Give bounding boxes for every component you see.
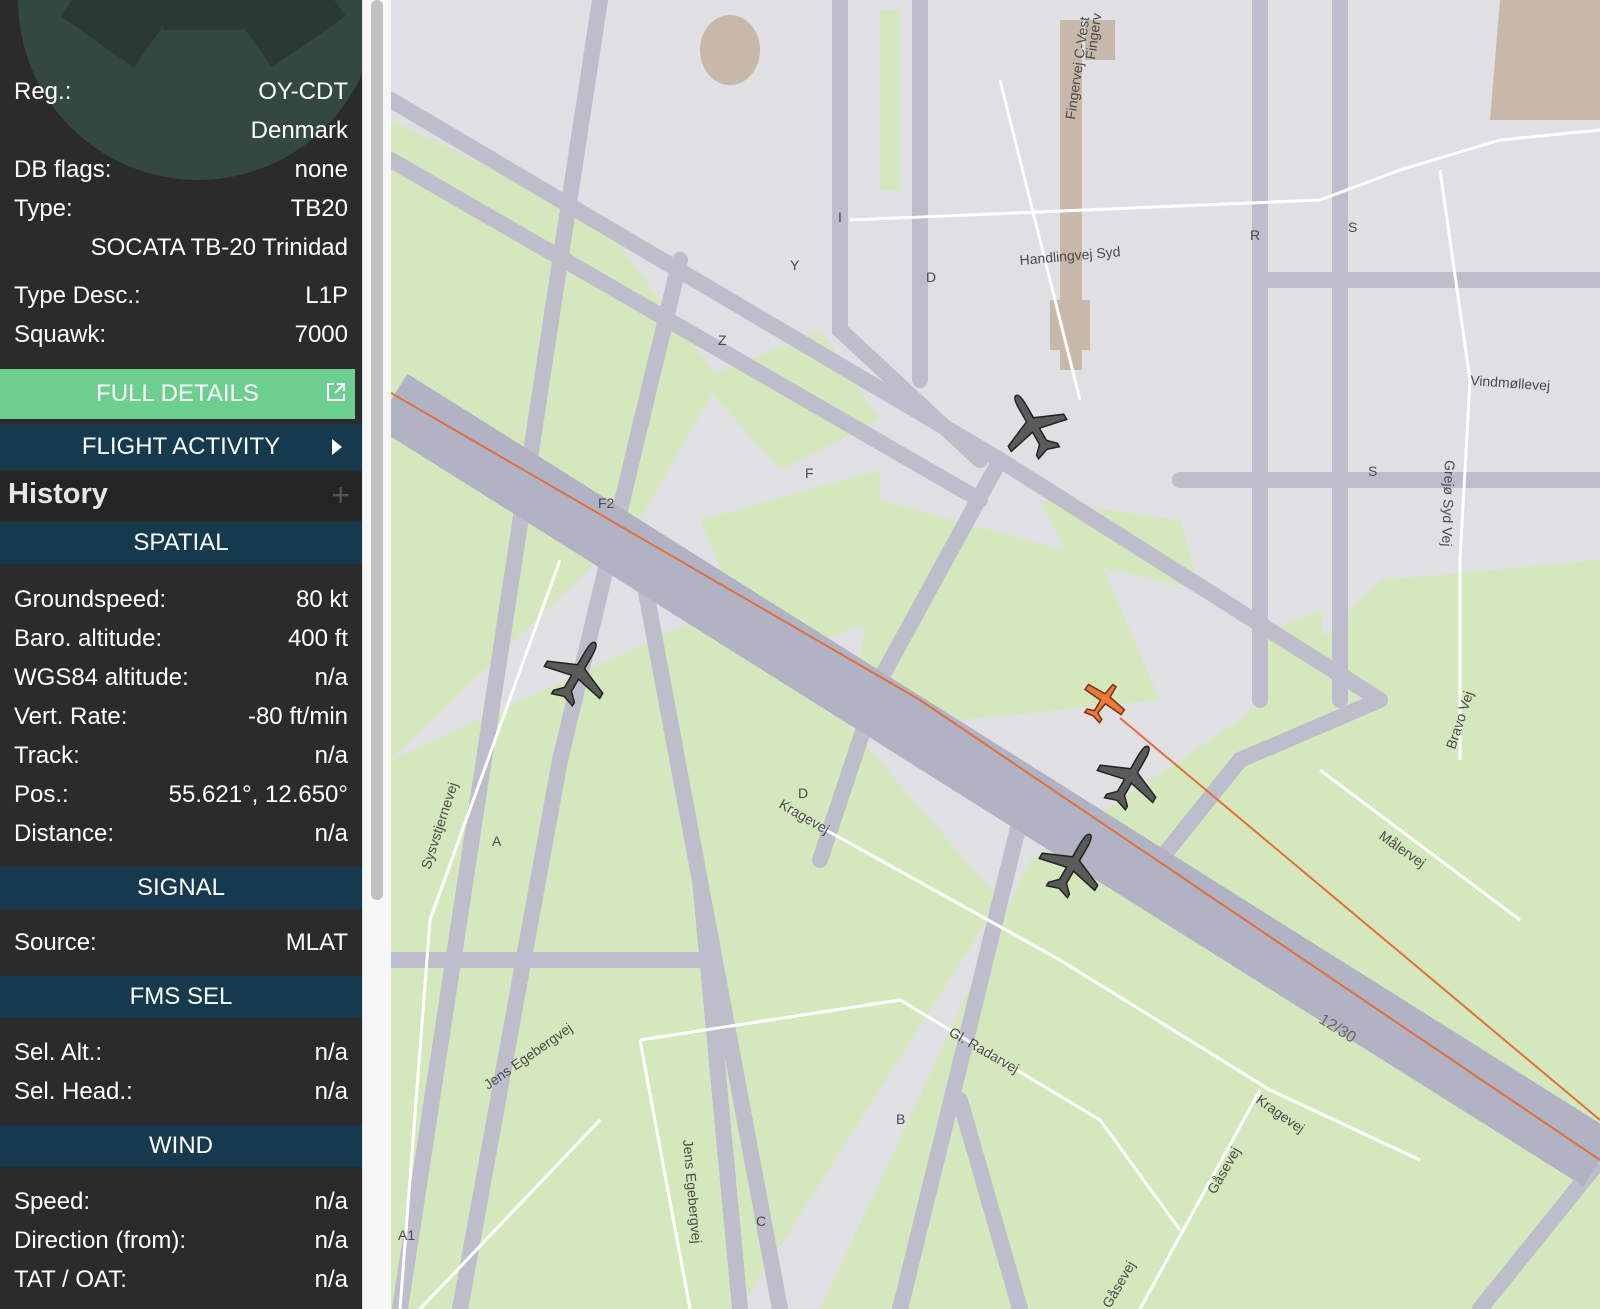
wind-direction-value: n/a bbox=[314, 1227, 348, 1254]
taxiway-label: D bbox=[798, 785, 808, 801]
street-label: Vindmøllevej bbox=[1470, 372, 1551, 394]
type-desc-label: Type Desc.: bbox=[14, 282, 141, 309]
wgs84-altitude-value: n/a bbox=[314, 664, 348, 691]
taxiway-label: I bbox=[838, 209, 842, 225]
wind-speed-value: n/a bbox=[314, 1188, 348, 1215]
taxiway-label: F2 bbox=[598, 495, 615, 511]
baro-altitude-value: 400 ft bbox=[287, 625, 348, 652]
fms-row: Sel. Alt.: n/a bbox=[14, 1035, 348, 1071]
spatial-row: Vert. Rate: -80 ft/min bbox=[14, 699, 348, 735]
squawk-row: Squawk: 7000 bbox=[14, 317, 348, 353]
reg-value[interactable]: OY-CDT bbox=[258, 78, 348, 106]
external-link-icon bbox=[327, 383, 345, 401]
photo-shape-right bbox=[220, 0, 346, 68]
vert-rate-label: Vert. Rate: bbox=[14, 703, 128, 730]
wind-direction-label: Direction (from): bbox=[14, 1227, 187, 1254]
distance-value: n/a bbox=[314, 820, 348, 847]
expand-arrow-icon bbox=[332, 439, 342, 455]
airport-map[interactable]: Handlingvej Syd Fingervej C-Vest Fingerv… bbox=[391, 0, 1600, 1309]
vert-rate-value: -80 ft/min bbox=[247, 703, 348, 730]
taxiway bbox=[832, 0, 988, 468]
aircraft-info-sidebar: Reg.: OY-CDT Denmark DB flags: none Type… bbox=[0, 0, 362, 1309]
db-flags-value: none bbox=[294, 156, 348, 183]
squawk-value: 7000 bbox=[294, 321, 348, 348]
tat-oat-label: TAT / OAT: bbox=[14, 1266, 127, 1293]
position-value: 55.621°, 12.650° bbox=[168, 781, 348, 808]
sel-alt-label: Sel. Alt.: bbox=[14, 1039, 103, 1066]
fms-sel-header: FMS SEL bbox=[0, 976, 362, 1018]
type-value: TB20 bbox=[290, 195, 348, 222]
taxiway-label: A1 bbox=[398, 1227, 415, 1243]
sel-head-label: Sel. Head.: bbox=[14, 1078, 133, 1105]
taxiway-label: R bbox=[1250, 227, 1260, 243]
type-label: Type: bbox=[14, 195, 73, 222]
position-label: Pos.: bbox=[14, 781, 69, 808]
grass-area bbox=[880, 10, 900, 190]
tat-oat-value: n/a bbox=[314, 1266, 348, 1293]
scrollbar-thumb[interactable] bbox=[371, 0, 383, 900]
spatial-row: Track: n/a bbox=[14, 738, 348, 774]
sidebar-scrollbar[interactable] bbox=[362, 0, 391, 1309]
wind-row: TAT / OAT: n/a bbox=[14, 1262, 348, 1298]
country-value: Denmark bbox=[250, 117, 348, 144]
groundspeed-value: 80 kt bbox=[295, 586, 348, 613]
terminal-building bbox=[1490, 0, 1600, 120]
full-details-label: FULL DETAILS bbox=[96, 380, 259, 407]
taxiway-label: D bbox=[926, 269, 936, 285]
flight-activity-button[interactable]: FLIGHT ACTIVITY bbox=[0, 424, 362, 470]
spatial-row: WGS84 altitude: n/a bbox=[14, 660, 348, 696]
type-desc-row: Type Desc.: L1P bbox=[14, 278, 348, 314]
history-title: History bbox=[8, 478, 108, 510]
baro-altitude-label: Baro. altitude: bbox=[14, 625, 163, 652]
plus-icon[interactable]: + bbox=[331, 479, 350, 511]
source-label: Source: bbox=[14, 929, 97, 956]
track-label: Track: bbox=[14, 742, 80, 769]
map-view[interactable]: Handlingvej Syd Fingervej C-Vest Fingerv… bbox=[391, 0, 1600, 1309]
type-full-name: SOCATA TB-20 Trinidad bbox=[90, 234, 348, 261]
reg-label: Reg.: bbox=[14, 78, 72, 105]
spatial-row: Pos.: 55.621°, 12.650° bbox=[14, 777, 348, 813]
taxiway-label: S bbox=[1348, 219, 1357, 235]
fms-row: Sel. Head.: n/a bbox=[14, 1074, 348, 1110]
wind-speed-label: Speed: bbox=[14, 1188, 91, 1215]
source-value: MLAT bbox=[285, 929, 348, 956]
wgs84-altitude-label: WGS84 altitude: bbox=[14, 664, 189, 691]
history-section[interactable]: History + bbox=[0, 472, 362, 520]
spatial-row: Distance: n/a bbox=[14, 816, 348, 852]
full-details-button[interactable]: FULL DETAILS bbox=[0, 369, 355, 419]
taxiway-label: B bbox=[896, 1111, 905, 1127]
db-flags-label: DB flags: bbox=[14, 156, 112, 183]
groundspeed-label: Groundspeed: bbox=[14, 586, 167, 613]
wind-row: Direction (from): n/a bbox=[14, 1223, 348, 1259]
sel-head-value: n/a bbox=[314, 1078, 348, 1105]
wind-header: WIND bbox=[0, 1125, 362, 1167]
terminal-building bbox=[700, 15, 760, 85]
signal-row: Source: MLAT bbox=[14, 925, 348, 961]
taxiway-label: F bbox=[805, 465, 814, 481]
type-row: Type: TB20 bbox=[14, 191, 348, 227]
taxiway-label: Z bbox=[718, 332, 727, 348]
taxiway-label: C bbox=[756, 1213, 766, 1229]
spatial-header: SPATIAL bbox=[0, 522, 362, 564]
wind-row: Speed: n/a bbox=[14, 1184, 348, 1220]
sel-alt-value: n/a bbox=[314, 1039, 348, 1066]
street-label: Grejø Syd Vej bbox=[1439, 460, 1458, 547]
distance-label: Distance: bbox=[14, 820, 115, 847]
db-flags-row: DB flags: none bbox=[14, 152, 348, 188]
spatial-row: Groundspeed: 80 kt bbox=[14, 582, 348, 618]
track-value: n/a bbox=[314, 742, 348, 769]
signal-header: SIGNAL bbox=[0, 867, 362, 909]
flight-activity-label: FLIGHT ACTIVITY bbox=[81, 433, 281, 460]
taxiway-label: A bbox=[492, 833, 502, 849]
road bbox=[849, 128, 1600, 222]
reg-row: Reg.: OY-CDT bbox=[14, 74, 348, 110]
type-desc-value: L1P bbox=[305, 282, 348, 309]
taxiway-label: S bbox=[1368, 463, 1377, 479]
taxiway-label: Y bbox=[790, 257, 800, 273]
spatial-row: Baro. altitude: 400 ft bbox=[14, 621, 348, 657]
squawk-label: Squawk: bbox=[14, 321, 107, 348]
